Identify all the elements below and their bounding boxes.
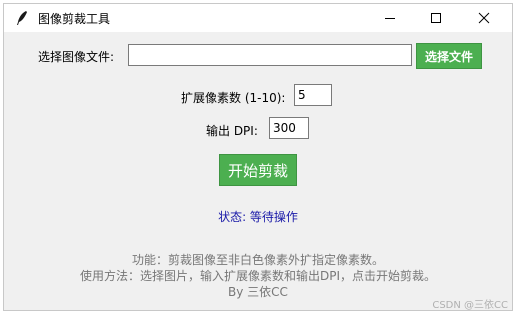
- choose-file-button[interactable]: 选择文件: [416, 43, 482, 69]
- feather-icon: [17, 11, 27, 25]
- app-window: 图像剪裁工具 选择图像文件: 选择文件 扩展像素数 (1-10): 输出 DPI…: [3, 3, 513, 311]
- expand-pixels-label: 扩展像素数 (1-10):: [181, 91, 286, 105]
- dpi-label: 输出 DPI:: [206, 124, 258, 138]
- title-bar: 图像剪裁工具: [4, 4, 512, 32]
- file-label: 选择图像文件:: [38, 50, 115, 64]
- maximize-icon: [431, 13, 441, 23]
- close-button[interactable]: [461, 4, 507, 32]
- window-title: 图像剪裁工具: [38, 12, 111, 26]
- file-path-input[interactable]: [128, 44, 412, 66]
- start-crop-button[interactable]: 开始剪裁: [219, 154, 297, 186]
- minimize-icon: [385, 18, 395, 19]
- info-line-function: 功能：剪裁图像至非白色像素外扩指定像素数。: [131, 253, 384, 267]
- status-text: 状态: 等待操作: [218, 210, 298, 224]
- dpi-input[interactable]: [269, 117, 309, 139]
- close-icon: [478, 12, 490, 24]
- expand-pixels-input[interactable]: [294, 84, 332, 106]
- info-line-usage: 使用方法：选择图片，输入扩展像素数和输出DPI，点击开始剪裁。: [79, 269, 437, 283]
- maximize-button[interactable]: [413, 4, 459, 32]
- watermark-text: CSDN @三依CC: [432, 300, 508, 311]
- minimize-button[interactable]: [367, 4, 413, 32]
